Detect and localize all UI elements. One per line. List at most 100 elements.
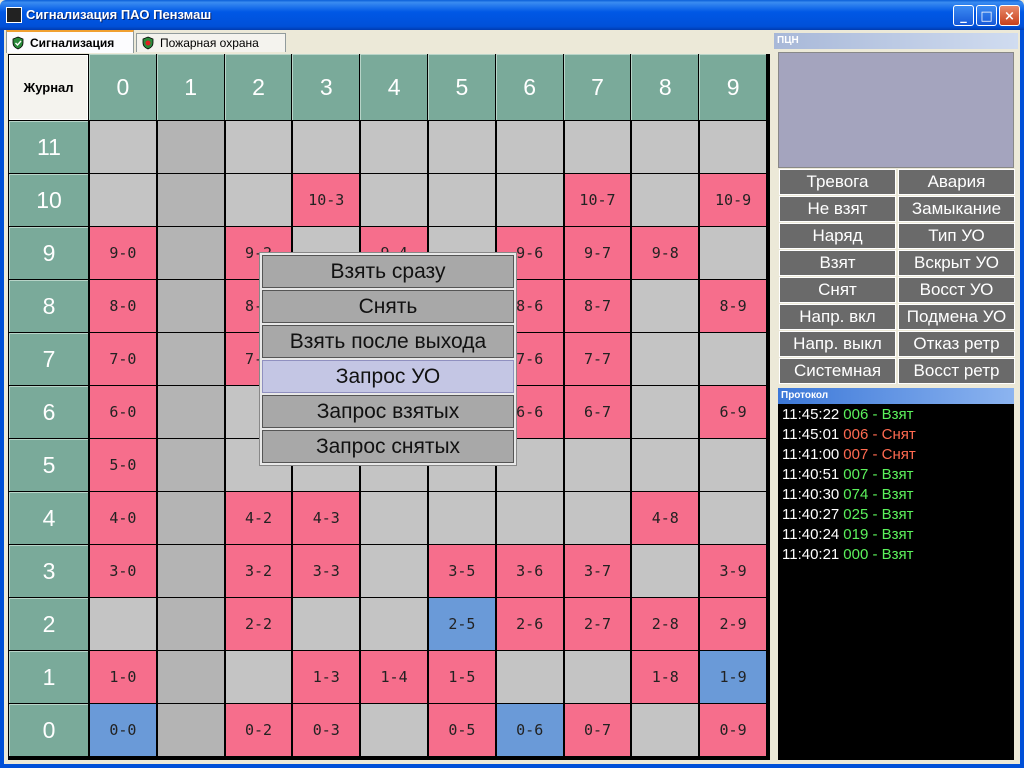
column-header[interactable]: 4 bbox=[360, 54, 427, 120]
zone-cell[interactable]: 10-7 bbox=[564, 174, 631, 226]
maximize-button[interactable]: □ bbox=[976, 5, 997, 26]
zone-cell[interactable]: 10-9 bbox=[700, 174, 766, 226]
zone-cell[interactable] bbox=[632, 439, 699, 491]
zone-cell[interactable] bbox=[700, 333, 766, 385]
zone-cell[interactable]: 0-5 bbox=[429, 704, 495, 756]
context-menu-item[interactable]: Запрос УО bbox=[262, 360, 514, 393]
zone-cell[interactable] bbox=[157, 174, 224, 226]
zone-cell[interactable]: 0-2 bbox=[225, 704, 292, 756]
zone-cell[interactable] bbox=[496, 121, 563, 173]
event-button[interactable]: Подмена УО bbox=[898, 304, 1015, 330]
zone-cell[interactable]: 4-8 bbox=[632, 492, 699, 544]
column-header[interactable]: 5 bbox=[428, 54, 495, 120]
row-header[interactable]: 0 bbox=[9, 704, 88, 756]
zone-cell[interactable]: 2-6 bbox=[496, 598, 563, 650]
zone-cell[interactable] bbox=[157, 598, 224, 650]
zone-cell[interactable]: 2-7 bbox=[564, 598, 631, 650]
zone-cell[interactable] bbox=[496, 492, 563, 544]
zone-cell[interactable]: 8-7 bbox=[564, 280, 631, 332]
zone-cell[interactable]: 7-0 bbox=[90, 333, 156, 385]
column-header[interactable]: 0 bbox=[89, 54, 156, 120]
zone-cell[interactable] bbox=[157, 386, 224, 438]
tab-signalization[interactable]: Сигнализация bbox=[6, 30, 134, 53]
zone-cell[interactable]: 3-3 bbox=[293, 545, 360, 597]
zone-cell[interactable] bbox=[361, 174, 427, 226]
zone-cell[interactable] bbox=[361, 545, 427, 597]
minimize-button[interactable]: _ bbox=[953, 5, 974, 26]
zone-cell[interactable]: 3-0 bbox=[90, 545, 156, 597]
journal-button[interactable]: Журнал bbox=[9, 55, 88, 120]
zone-cell[interactable]: 1-9 bbox=[700, 651, 766, 703]
context-menu-item[interactable]: Снять bbox=[262, 290, 514, 323]
zone-cell[interactable] bbox=[361, 704, 427, 756]
event-button[interactable]: Отказ ретр bbox=[898, 331, 1015, 357]
row-header[interactable]: 3 bbox=[9, 545, 88, 597]
zone-cell[interactable]: 5-0 bbox=[90, 439, 156, 491]
column-header[interactable]: 6 bbox=[495, 54, 563, 120]
column-header[interactable]: 3 bbox=[292, 54, 360, 120]
zone-cell[interactable] bbox=[157, 121, 224, 173]
zone-cell[interactable]: 1-0 bbox=[90, 651, 156, 703]
zone-cell[interactable] bbox=[564, 492, 631, 544]
zone-cell[interactable] bbox=[632, 545, 699, 597]
zone-cell[interactable]: 1-3 bbox=[293, 651, 360, 703]
zone-cell[interactable]: 6-0 bbox=[90, 386, 156, 438]
zone-cell[interactable] bbox=[700, 492, 766, 544]
zone-cell[interactable]: 10-3 bbox=[293, 174, 360, 226]
event-button[interactable]: Наряд bbox=[779, 223, 896, 249]
zone-cell[interactable] bbox=[293, 121, 360, 173]
zone-cell[interactable]: 8-0 bbox=[90, 280, 156, 332]
row-header[interactable]: 8 bbox=[9, 280, 88, 332]
zone-cell[interactable]: 9-8 bbox=[632, 227, 699, 279]
zone-cell[interactable] bbox=[157, 651, 224, 703]
event-button[interactable]: Не взят bbox=[779, 196, 896, 222]
zone-cell[interactable]: 3-7 bbox=[564, 545, 631, 597]
event-button[interactable]: Замыкание bbox=[898, 196, 1015, 222]
zone-cell[interactable] bbox=[632, 174, 699, 226]
zone-cell[interactable] bbox=[700, 439, 766, 491]
zone-cell[interactable] bbox=[157, 280, 224, 332]
zone-cell[interactable]: 0-0 bbox=[90, 704, 156, 756]
zone-cell[interactable]: 0-9 bbox=[700, 704, 766, 756]
zone-cell[interactable] bbox=[90, 121, 156, 173]
zone-cell[interactable] bbox=[564, 651, 631, 703]
context-menu-item[interactable]: Взять после выхода bbox=[262, 325, 514, 358]
zone-cell[interactable]: 4-0 bbox=[90, 492, 156, 544]
row-header[interactable]: 7 bbox=[9, 333, 88, 385]
event-button[interactable]: Восст УО bbox=[898, 277, 1015, 303]
title-bar[interactable]: Сигнализация ПАО Пензмаш _ □ × bbox=[0, 0, 1024, 30]
zone-cell[interactable] bbox=[293, 598, 360, 650]
zone-cell[interactable] bbox=[700, 121, 766, 173]
zone-cell[interactable] bbox=[632, 280, 699, 332]
zone-cell[interactable]: 3-6 bbox=[496, 545, 563, 597]
zone-cell[interactable]: 2-2 bbox=[225, 598, 292, 650]
row-header[interactable]: 4 bbox=[9, 492, 88, 544]
zone-cell[interactable] bbox=[632, 333, 699, 385]
row-header[interactable]: 1 bbox=[9, 651, 88, 703]
event-button[interactable]: Восст ретр bbox=[898, 358, 1015, 384]
event-button[interactable]: Взят bbox=[779, 250, 896, 276]
zone-cell[interactable]: 8-9 bbox=[700, 280, 766, 332]
zone-cell[interactable]: 3-5 bbox=[429, 545, 495, 597]
zone-cell[interactable] bbox=[361, 492, 427, 544]
zone-cell[interactable] bbox=[157, 545, 224, 597]
zone-cell[interactable] bbox=[632, 386, 699, 438]
event-button[interactable]: Авария bbox=[898, 169, 1015, 195]
column-header[interactable]: 1 bbox=[156, 54, 224, 120]
event-button[interactable]: Тревога bbox=[779, 169, 896, 195]
zone-cell[interactable] bbox=[429, 492, 495, 544]
zone-cell[interactable]: 6-7 bbox=[564, 386, 631, 438]
zone-cell[interactable]: 1-4 bbox=[361, 651, 427, 703]
zone-cell[interactable] bbox=[225, 651, 292, 703]
zone-cell[interactable]: 1-8 bbox=[632, 651, 699, 703]
row-header[interactable]: 6 bbox=[9, 386, 88, 438]
zone-cell[interactable] bbox=[429, 121, 495, 173]
row-header[interactable]: 9 bbox=[9, 227, 88, 279]
event-button[interactable]: Снят bbox=[779, 277, 896, 303]
row-header[interactable]: 5 bbox=[9, 439, 88, 491]
tab-fire-guard[interactable]: Пожарная охрана bbox=[136, 33, 286, 52]
event-button[interactable]: Напр. выкл bbox=[779, 331, 896, 357]
context-menu-item[interactable]: Запрос снятых bbox=[262, 430, 514, 463]
zone-cell[interactable] bbox=[225, 121, 292, 173]
zone-cell[interactable] bbox=[632, 121, 699, 173]
